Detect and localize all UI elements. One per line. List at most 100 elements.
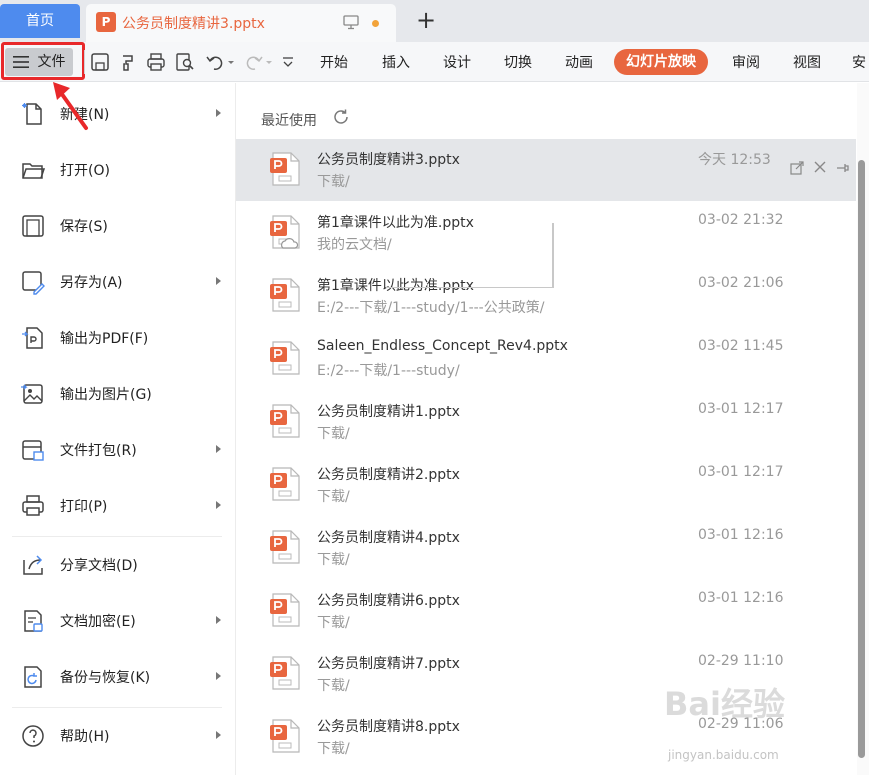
pptx-file-icon xyxy=(270,341,300,375)
recent-file-row[interactable]: 公务员制度精讲2.pptx 下载/03-01 12:17 xyxy=(236,454,856,516)
recent-file-row[interactable]: 公务员制度精讲6.pptx 下载/03-01 12:16 xyxy=(236,580,856,642)
recent-file-name: Saleen_Endless_Concept_Rev4.pptx xyxy=(317,338,568,354)
file-menu-item[interactable]: 帮助(H) xyxy=(0,713,235,759)
ribbon-tab[interactable]: 设计 xyxy=(443,52,471,72)
submenu-arrow-icon xyxy=(216,501,221,509)
pptx-file-icon: P xyxy=(96,12,116,32)
recent-file-name: 公务员制度精讲7.pptx xyxy=(317,656,460,672)
tooltip-frame xyxy=(552,223,554,287)
file-menu-item[interactable]: 另存为(A) xyxy=(0,259,235,305)
file-menu-item[interactable]: 分享文档(D) xyxy=(0,542,235,588)
pptx-file-icon xyxy=(270,278,300,312)
pptx-file-icon xyxy=(270,593,300,627)
pptx-file-icon xyxy=(270,530,300,564)
pptx-file-icon xyxy=(270,215,300,249)
file-menu-item[interactable]: 文件打包(R) xyxy=(0,427,235,473)
watermark-url: jingyan.baidu.com xyxy=(668,748,779,762)
file-menu-item-label: 输出为图片(G) xyxy=(60,387,152,403)
recent-file-row[interactable]: 公务员制度精讲3.pptx 下载/今天 12:53 xyxy=(236,139,856,201)
export-pdf-icon xyxy=(22,327,43,349)
recent-file-name: 公务员制度精讲3.pptx xyxy=(317,152,460,168)
refresh-icon[interactable] xyxy=(332,108,350,126)
undo-icon[interactable] xyxy=(205,52,235,72)
file-menu-item[interactable]: 备份与恢复(K) xyxy=(0,654,235,700)
recent-file-time: 03-02 21:06 xyxy=(698,275,784,291)
recent-file-name: 公务员制度精讲2.pptx xyxy=(317,467,460,483)
file-menu-item-label: 帮助(H) xyxy=(60,729,110,745)
menu-divider xyxy=(12,536,222,537)
recent-file-path: 下载/ xyxy=(317,489,350,505)
file-menu-item[interactable]: 文档加密(E) xyxy=(0,598,235,644)
ribbon-tab[interactable]: 视图 xyxy=(793,52,821,72)
recent-file-path: 下载/ xyxy=(317,552,350,568)
recent-file-name: 公务员制度精讲6.pptx xyxy=(317,593,460,609)
file-menu-item[interactable]: 输出为图片(G) xyxy=(0,371,235,417)
ribbon-tab[interactable]: 切换 xyxy=(504,52,532,72)
pptx-file-icon xyxy=(270,656,300,690)
recent-file-row[interactable]: 公务员制度精讲4.pptx 下载/03-01 12:16 xyxy=(236,517,856,579)
recent-header: 最近使用 xyxy=(261,113,317,129)
save-icon[interactable] xyxy=(90,52,110,72)
file-menu: 新建(N) 打开(O) 保存(S) 另存为(A) 输出为PDF(F) 输出为图片(G) 文件… xyxy=(0,83,235,775)
recent-file-path: 下载/ xyxy=(317,678,350,694)
more-icon[interactable] xyxy=(278,52,298,72)
file-menu-item[interactable]: 保存(S) xyxy=(0,203,235,249)
open-location-icon[interactable] xyxy=(790,161,804,175)
ribbon-tab[interactable]: 插入 xyxy=(382,52,410,72)
file-menu-item-label: 文档加密(E) xyxy=(60,614,136,630)
encrypt-icon xyxy=(24,610,43,632)
format-painter-icon[interactable] xyxy=(118,52,138,72)
file-menu-item-label: 备份与恢复(K) xyxy=(60,670,151,686)
export-image-icon xyxy=(21,384,43,404)
redo-icon[interactable] xyxy=(244,52,274,72)
save-icon xyxy=(22,215,44,237)
print-icon[interactable] xyxy=(146,52,166,72)
recent-file-row[interactable]: Saleen_Endless_Concept_Rev4.pptx E:/2---下… xyxy=(236,328,856,390)
scrollbar-thumb[interactable] xyxy=(858,160,865,758)
tab-document-title: 公务员制度精讲3.pptx xyxy=(122,16,265,32)
annotation-arrow-icon xyxy=(53,82,88,130)
recent-file-row[interactable]: 公务员制度精讲1.pptx 下载/03-01 12:17 xyxy=(236,391,856,453)
recent-file-path: 我的云文档/ xyxy=(317,237,392,253)
recent-file-name: 公务员制度精讲8.pptx xyxy=(317,719,460,735)
file-button-highlight xyxy=(1,42,85,80)
file-menu-item-label: 输出为PDF(F) xyxy=(60,331,149,347)
tab-bar: 首页 P 公务员制度精讲3.pptx + xyxy=(0,0,869,42)
submenu-arrow-icon xyxy=(216,672,221,680)
tab-document[interactable]: P 公务员制度精讲3.pptx xyxy=(86,4,396,42)
pin-icon[interactable] xyxy=(836,161,850,175)
new-file-icon xyxy=(22,103,42,125)
backup-icon xyxy=(24,666,42,688)
ribbon-tab[interactable]: 幻灯片放映 xyxy=(614,49,708,75)
ribbon-tab[interactable]: 安 xyxy=(852,52,866,72)
tab-home[interactable]: 首页 xyxy=(0,4,80,38)
recent-file-path: 下载/ xyxy=(317,615,350,631)
monitor-icon[interactable] xyxy=(343,15,359,30)
recent-file-row[interactable]: 第1章课件以此为准.pptx 我的云文档/03-02 21:32 xyxy=(236,202,856,264)
recent-file-time: 03-01 12:17 xyxy=(698,401,784,417)
help-icon xyxy=(22,725,44,747)
print-icon xyxy=(22,495,44,516)
ribbon-tab[interactable]: 动画 xyxy=(565,52,593,72)
recent-file-path: 下载/ xyxy=(317,426,350,442)
pptx-file-icon xyxy=(270,152,300,186)
new-tab-button[interactable]: + xyxy=(414,6,438,34)
file-menu-item[interactable]: 输出为PDF(F) xyxy=(0,315,235,361)
pptx-file-icon xyxy=(270,467,300,501)
file-menu-item[interactable]: 新建(N) xyxy=(0,91,235,137)
file-menu-item[interactable]: 打印(P) xyxy=(0,483,235,529)
recent-file-name: 公务员制度精讲1.pptx xyxy=(317,404,460,420)
file-menu-item-label: 打印(P) xyxy=(60,499,108,515)
ribbon-tab[interactable]: 开始 xyxy=(320,52,348,72)
recent-file-row[interactable]: 第1章课件以此为准.pptx E:/2---下载/1---study/1---公共… xyxy=(236,265,856,327)
print-preview-icon[interactable] xyxy=(175,52,195,72)
remove-icon[interactable] xyxy=(814,161,826,173)
toolbar-divider xyxy=(84,50,85,74)
recent-file-time: 03-01 12:16 xyxy=(698,590,784,606)
ribbon-tab[interactable]: 审阅 xyxy=(732,52,760,72)
unsaved-indicator xyxy=(372,20,379,27)
file-menu-item[interactable]: 打开(O) xyxy=(0,147,235,193)
recent-file-path: E:/2---下载/1---study/1---公共政策/ xyxy=(317,300,545,316)
recent-file-name: 第1章课件以此为准.pptx xyxy=(317,278,474,294)
submenu-arrow-icon xyxy=(216,616,221,624)
